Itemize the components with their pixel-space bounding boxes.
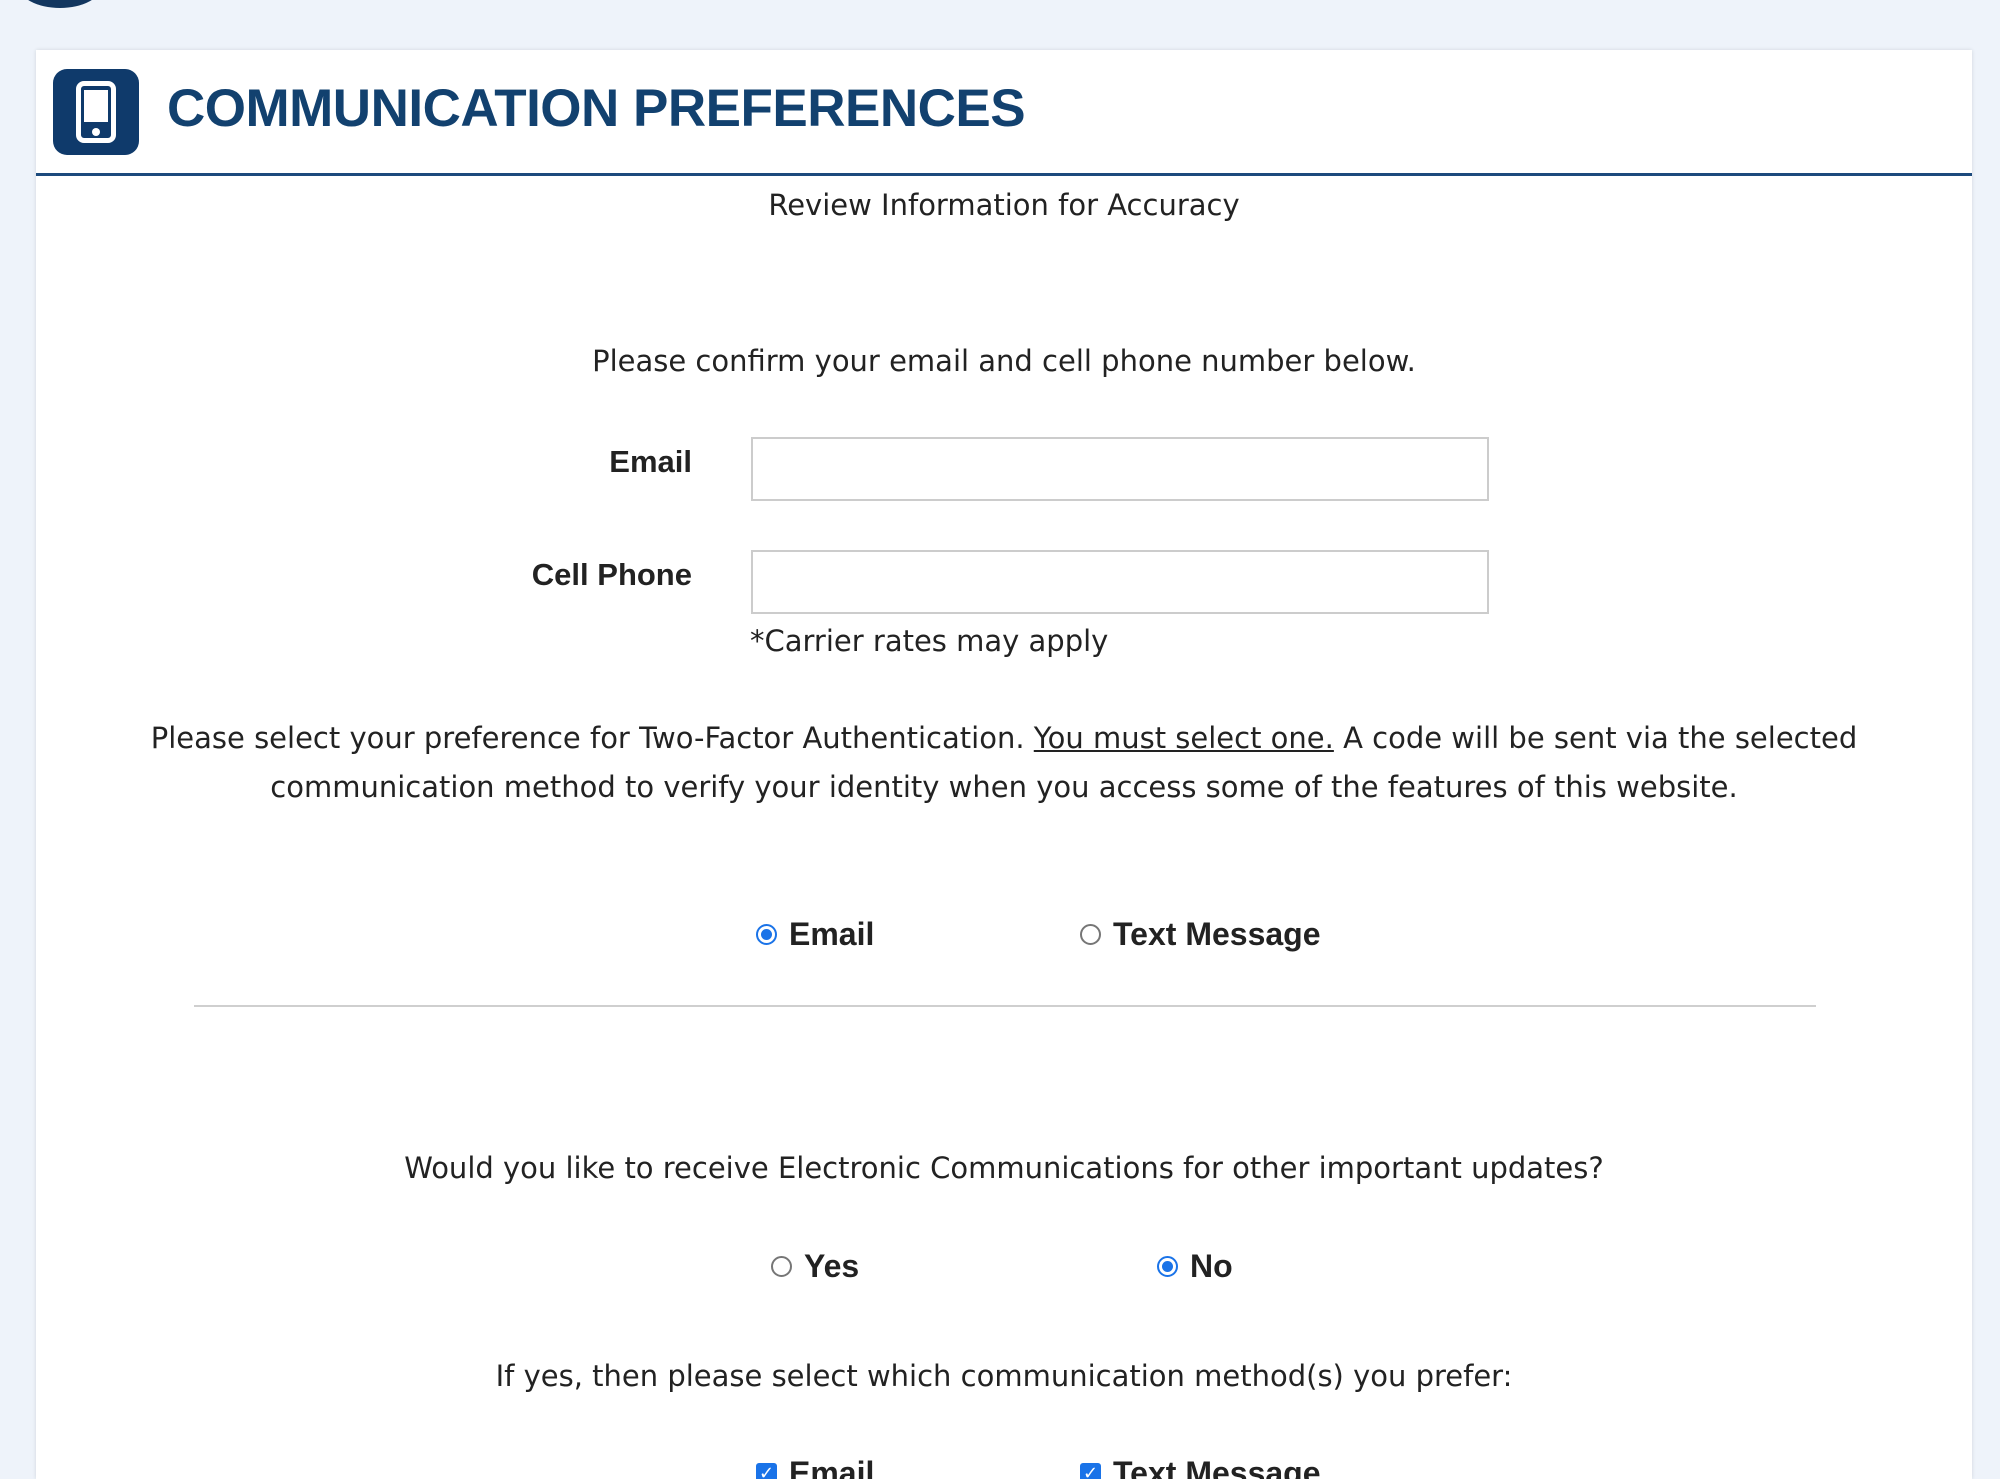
preferred-method-text-message-checkbox[interactable]: ✓ bbox=[1080, 1463, 1101, 1479]
preferred-method-text-message-option[interactable]: ✓ Text Message bbox=[1080, 1455, 1321, 1479]
two-factor-email-label[interactable]: Email bbox=[789, 916, 874, 953]
preferred-method-email-checkbox[interactable]: ✓ bbox=[756, 1463, 777, 1479]
two-factor-email-option[interactable]: Email bbox=[756, 916, 874, 953]
electronic-communications-yes-option[interactable]: Yes bbox=[771, 1248, 859, 1285]
two-factor-text-message-radio[interactable] bbox=[1080, 924, 1101, 945]
electronic-communications-no-option[interactable]: No bbox=[1157, 1248, 1233, 1285]
preferred-method-email-label[interactable]: Email bbox=[789, 1455, 874, 1479]
communication-preferences-card: COMMUNICATION PREFERENCES Review Informa… bbox=[36, 50, 1972, 1479]
cell-phone-field-label: Cell Phone bbox=[531, 557, 692, 592]
confirm-contact-instructions: Please confirm your email and cell phone… bbox=[592, 344, 1416, 378]
two-factor-instructions-text: Please select your preference for Two-Fa… bbox=[150, 721, 1034, 755]
electronic-communications-yes-radio[interactable] bbox=[771, 1256, 792, 1277]
two-factor-instructions: Please select your preference for Two-Fa… bbox=[46, 714, 1962, 812]
section-header: COMMUNICATION PREFERENCES bbox=[36, 50, 1972, 176]
email-field[interactable] bbox=[751, 437, 1489, 501]
two-factor-text-message-option[interactable]: Text Message bbox=[1080, 916, 1321, 953]
phone-screen-shape bbox=[84, 90, 108, 122]
electronic-communications-yes-label[interactable]: Yes bbox=[804, 1248, 859, 1285]
section-divider bbox=[194, 1005, 1816, 1007]
electronic-communications-no-radio[interactable] bbox=[1157, 1256, 1178, 1277]
email-field-label: Email bbox=[609, 444, 692, 479]
site-logo-icon[interactable] bbox=[18, 0, 102, 8]
page-title: COMMUNICATION PREFERENCES bbox=[167, 79, 1026, 138]
section-subtitle: Review Information for Accuracy bbox=[768, 188, 1240, 222]
preferred-method-text-message-label[interactable]: Text Message bbox=[1113, 1455, 1321, 1479]
phone-home-button-shape bbox=[92, 128, 100, 136]
communication-method-prompt: If yes, then please select which communi… bbox=[495, 1359, 1513, 1393]
two-factor-text-message-label[interactable]: Text Message bbox=[1113, 916, 1321, 953]
two-factor-email-radio[interactable] bbox=[756, 924, 777, 945]
electronic-communications-question: Would you like to receive Electronic Com… bbox=[404, 1151, 1604, 1185]
preferred-method-email-option[interactable]: ✓ Email bbox=[756, 1455, 874, 1479]
must-select-one-emphasis: You must select one. bbox=[1033, 721, 1334, 755]
carrier-rates-note: *Carrier rates may apply bbox=[750, 624, 1109, 658]
electronic-communications-no-label[interactable]: No bbox=[1190, 1248, 1233, 1285]
top-navigation-strip bbox=[0, 0, 2000, 26]
cell-phone-field[interactable] bbox=[751, 550, 1489, 614]
mobile-phone-icon bbox=[53, 69, 139, 155]
